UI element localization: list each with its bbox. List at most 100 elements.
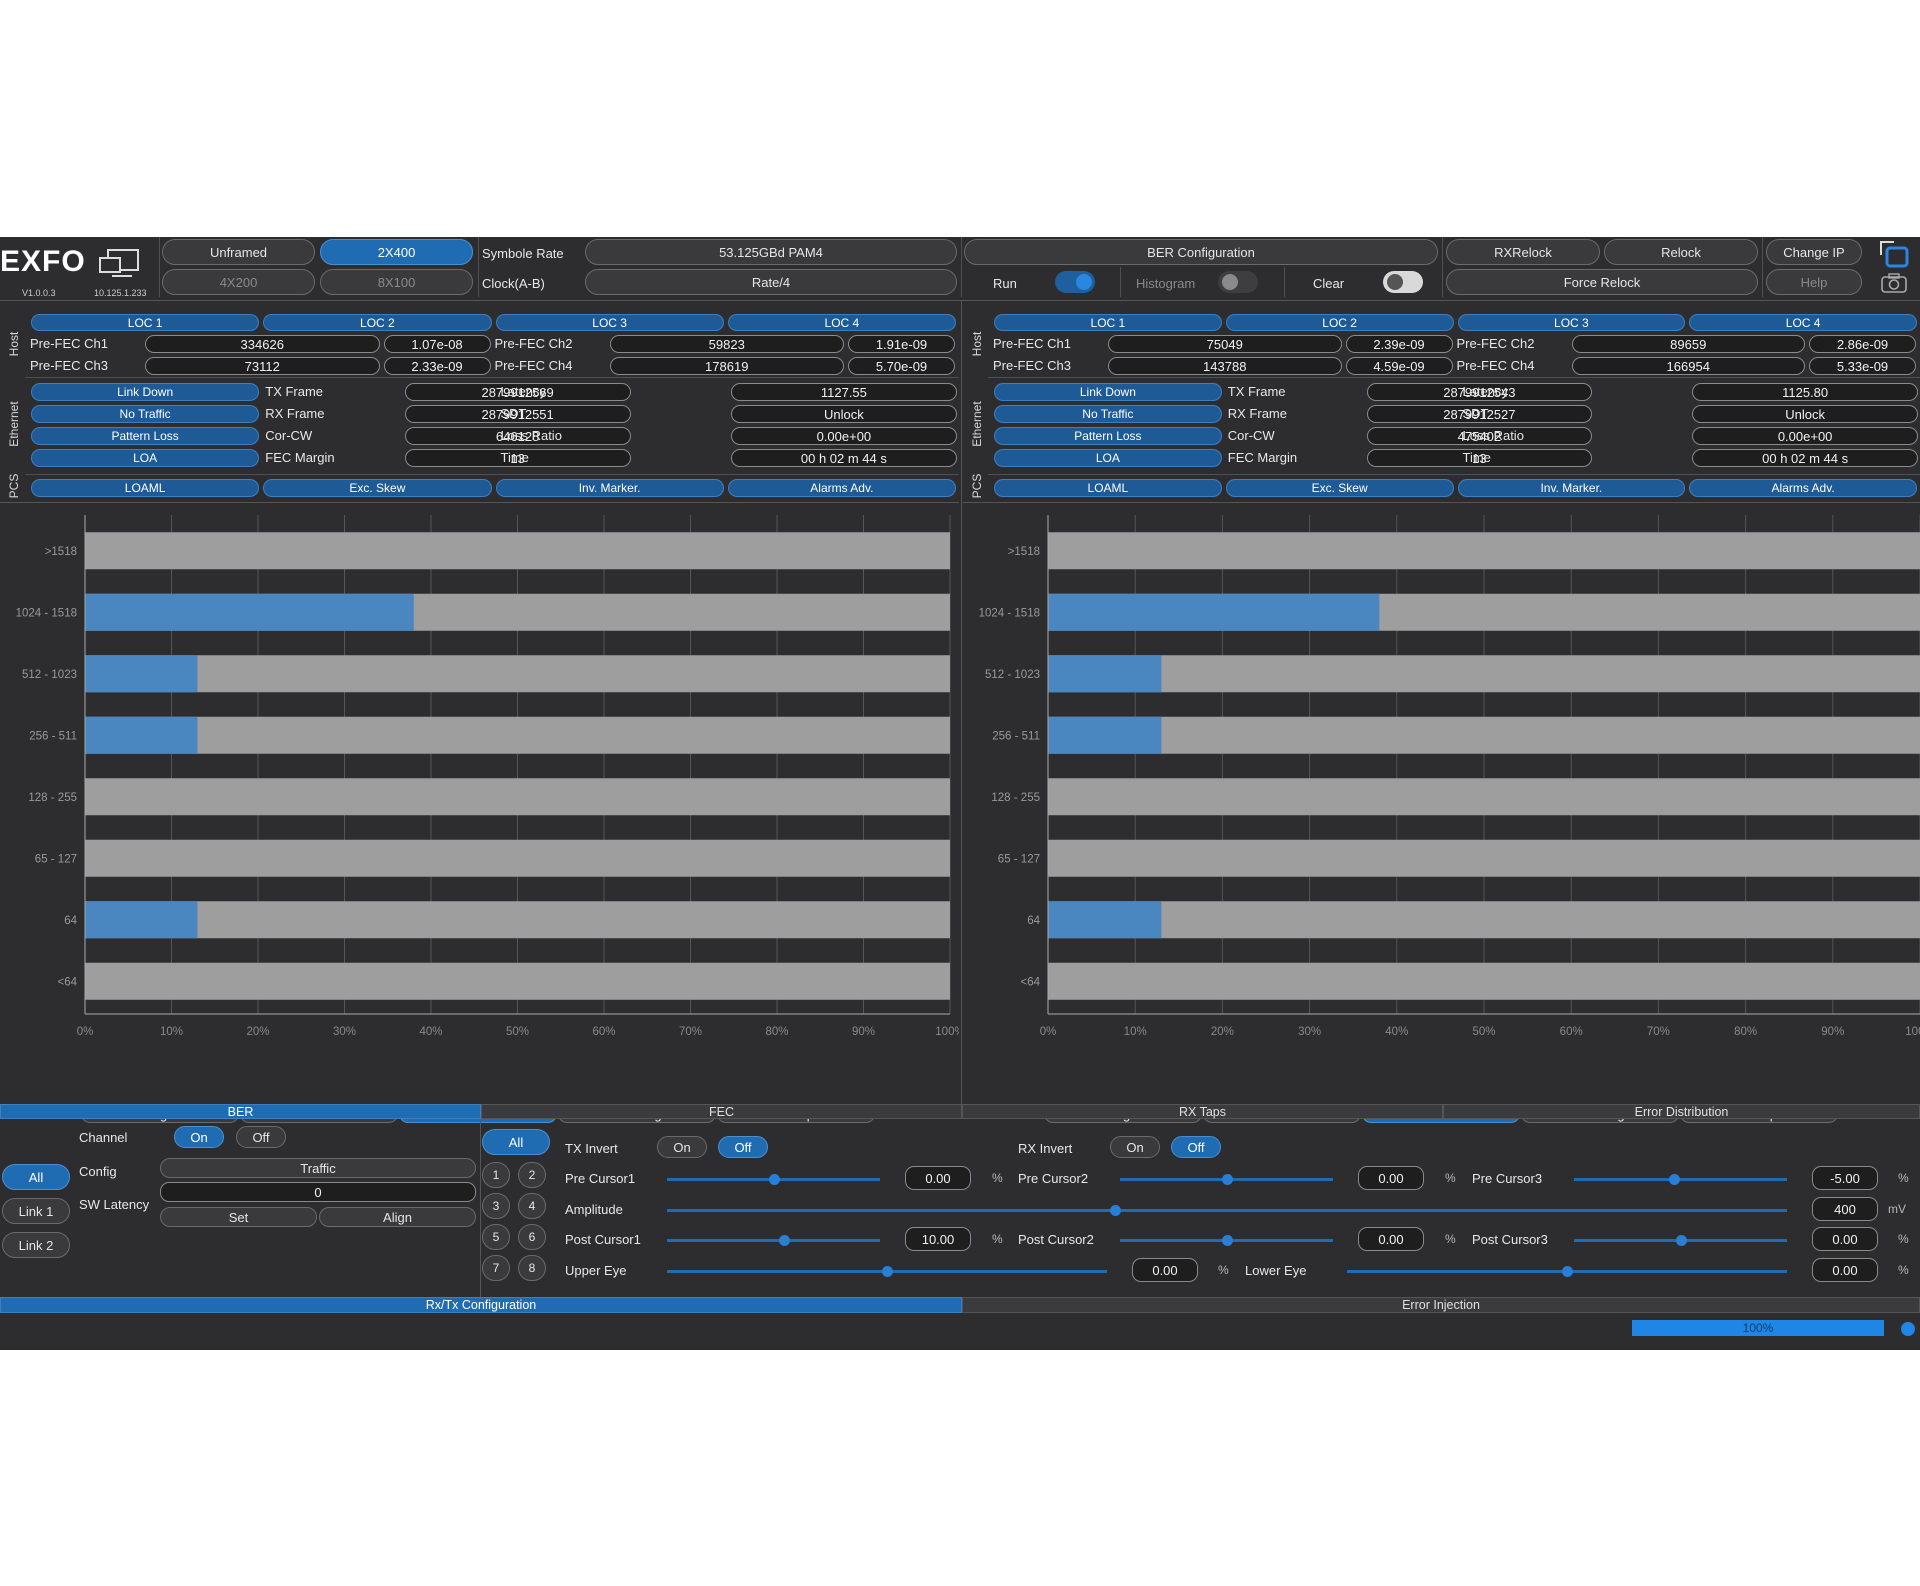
lower-eye-value[interactable]: 0.00 [1812,1258,1878,1282]
x-tick-label: 60% [592,1026,615,1038]
post-cursor3-slider-thumb[interactable] [1675,1235,1687,1246]
ber-configuration-button[interactable]: BER Configuration [964,239,1438,265]
post-cursor2-label: Post Cursor2 [1018,1232,1094,1247]
eth-stat-label: Time [500,450,529,465]
pre-fec-ber: 1.91e-09 [848,335,955,353]
clear-toggle[interactable] [1383,271,1423,293]
tab-rx-taps[interactable]: RX Taps [962,1104,1443,1119]
change-ip-button[interactable]: Change IP [1766,239,1862,265]
lane-6-button[interactable]: 6 [518,1224,546,1250]
histogram-toggle[interactable] [1218,271,1258,293]
channel-off-button[interactable]: Off [236,1126,286,1148]
post-cursor1-slider-thumb[interactable] [779,1235,791,1246]
lane-all-button[interactable]: All [482,1129,550,1155]
pcs-section-label: PCS [7,473,21,499]
ethernet-section-label: Ethernet [7,401,21,447]
camera-icon[interactable] [1880,272,1908,294]
link-2-button[interactable]: Link 2 [2,1232,70,1258]
eth-stat-label: TX Frame [265,384,324,399]
8x100-button[interactable]: 8X100 [320,269,473,295]
relock-button[interactable]: Relock [1604,239,1758,265]
frame-size-chart-svg: >1518 1024 - 1518 512 - 1023 256 - 511 128 -… [979,515,1920,1038]
y-tick-label: 256 - 511 [29,730,77,742]
post-cursor1-value[interactable]: 10.00 [905,1227,971,1251]
lane-2-button[interactable]: 2 [518,1162,546,1188]
pre-cursor2-slider-thumb[interactable] [1221,1174,1233,1185]
lower-eye-slider-thumb[interactable] [1562,1266,1573,1277]
post-cursor2-slider[interactable] [1120,1235,1333,1246]
post-cursor3-slider[interactable] [1574,1235,1787,1246]
eth-alarm-indicator: LOA [994,449,1222,467]
symbol-rate-select[interactable]: 53.125GBd PAM4 [585,239,957,265]
eth-alarm-indicator: Link Down [31,383,260,401]
pre-cursor1-slider-thumb[interactable] [768,1174,780,1185]
2x400-button[interactable]: 2X400 [320,239,473,265]
eth-alarm-indicator: LOA [31,449,260,467]
channel-on-button[interactable]: On [174,1126,224,1148]
lane-1-button[interactable]: 1 [482,1162,510,1188]
pre-cursor1-value[interactable]: 0.00 [905,1166,971,1190]
pre-cursor3-value[interactable]: -5.00 [1812,1166,1878,1190]
tx-invert-on-button[interactable]: On [657,1136,707,1158]
lane-4-button[interactable]: 4 [518,1193,546,1219]
config-select[interactable]: Traffic [160,1158,476,1178]
pre-cursor2-value[interactable]: 0.00 [1358,1166,1424,1190]
link-1-button[interactable]: Link 1 [2,1198,70,1224]
pre-cursor2-slider[interactable] [1120,1174,1333,1185]
amplitude-slider-thumb[interactable] [1110,1205,1121,1216]
tab-error-injection[interactable]: Error Injection [962,1297,1920,1313]
pcs-indicator: Exc. Skew [263,479,492,497]
pre-cursor3-slider-thumb[interactable] [1669,1174,1681,1185]
post-cursor2-value[interactable]: 0.00 [1358,1227,1424,1251]
sw-latency-value: 0 [160,1182,476,1202]
post-cursor1-slider[interactable] [667,1235,880,1246]
tab-fec[interactable]: FEC [481,1104,962,1119]
lane-5-button[interactable]: 5 [482,1224,510,1250]
post-cursor3-value[interactable]: 0.00 [1812,1227,1878,1251]
lane-3-button[interactable]: 3 [482,1193,510,1219]
x-tick-label: 90% [1821,1026,1844,1038]
pre-cursor1-label: Pre Cursor1 [565,1171,636,1186]
rxrelock-button[interactable]: RXRelock [1446,239,1600,265]
upper-eye-slider[interactable] [667,1266,1107,1277]
pre-cursor1-slider[interactable] [667,1174,880,1185]
lower-eye-slider[interactable] [1347,1266,1787,1277]
run-toggle[interactable] [1055,271,1095,293]
post-cursor2-slider-thumb[interactable] [1221,1235,1233,1246]
eth-stat-label: RX Frame [1227,406,1287,421]
4x200-button[interactable]: 4X200 [162,269,315,295]
link-all-button[interactable]: All [2,1164,70,1190]
sw-latency-label: SW Latency [79,1197,150,1212]
force-relock-button[interactable]: Force Relock [1446,269,1758,295]
lane-7-button[interactable]: 7 [482,1255,510,1281]
progress-bar: 100% [1632,1320,1884,1336]
eth-stat-label: SDT [1462,406,1489,421]
eth-stat-label: Latency [500,384,547,399]
help-button[interactable]: Help [1766,269,1862,295]
tab-ber[interactable]: BER [0,1104,481,1119]
clock-label: Clock(A-B) [482,276,545,291]
rx-invert-on-button[interactable]: On [1110,1136,1160,1158]
x-tick-label: 30% [1298,1026,1321,1038]
upper-eye-slider-thumb[interactable] [882,1266,893,1277]
upper-eye-value[interactable]: 0.00 [1132,1258,1198,1282]
tab-error-distribution[interactable]: Error Distribution [1443,1104,1920,1119]
x-tick-label: 20% [1211,1026,1234,1038]
tab-rx-tx-configuration[interactable]: Rx/Tx Configuration [0,1297,962,1313]
amplitude-slider[interactable] [667,1205,1787,1216]
pre-fec-label: Pre-FEC Ch1 [30,336,109,351]
pre-fec-label: Pre-FEC Ch4 [494,358,573,373]
x-tick-label: 70% [679,1026,702,1038]
clock-select[interactable]: Rate/4 [585,269,957,295]
unframed-button[interactable]: Unframed [162,239,315,265]
align-button[interactable]: Align [319,1207,476,1227]
set-button[interactable]: Set [160,1207,317,1227]
bar-track [85,962,950,1000]
multi-window-icon[interactable] [1878,239,1910,269]
pre-fec-count: 73112 [145,357,380,375]
tx-invert-off-button[interactable]: Off [718,1136,768,1158]
amplitude-value[interactable]: 400 [1812,1197,1878,1221]
rx-invert-off-button[interactable]: Off [1171,1136,1221,1158]
lane-8-button[interactable]: 8 [518,1255,546,1281]
pre-cursor3-slider[interactable] [1574,1174,1787,1185]
